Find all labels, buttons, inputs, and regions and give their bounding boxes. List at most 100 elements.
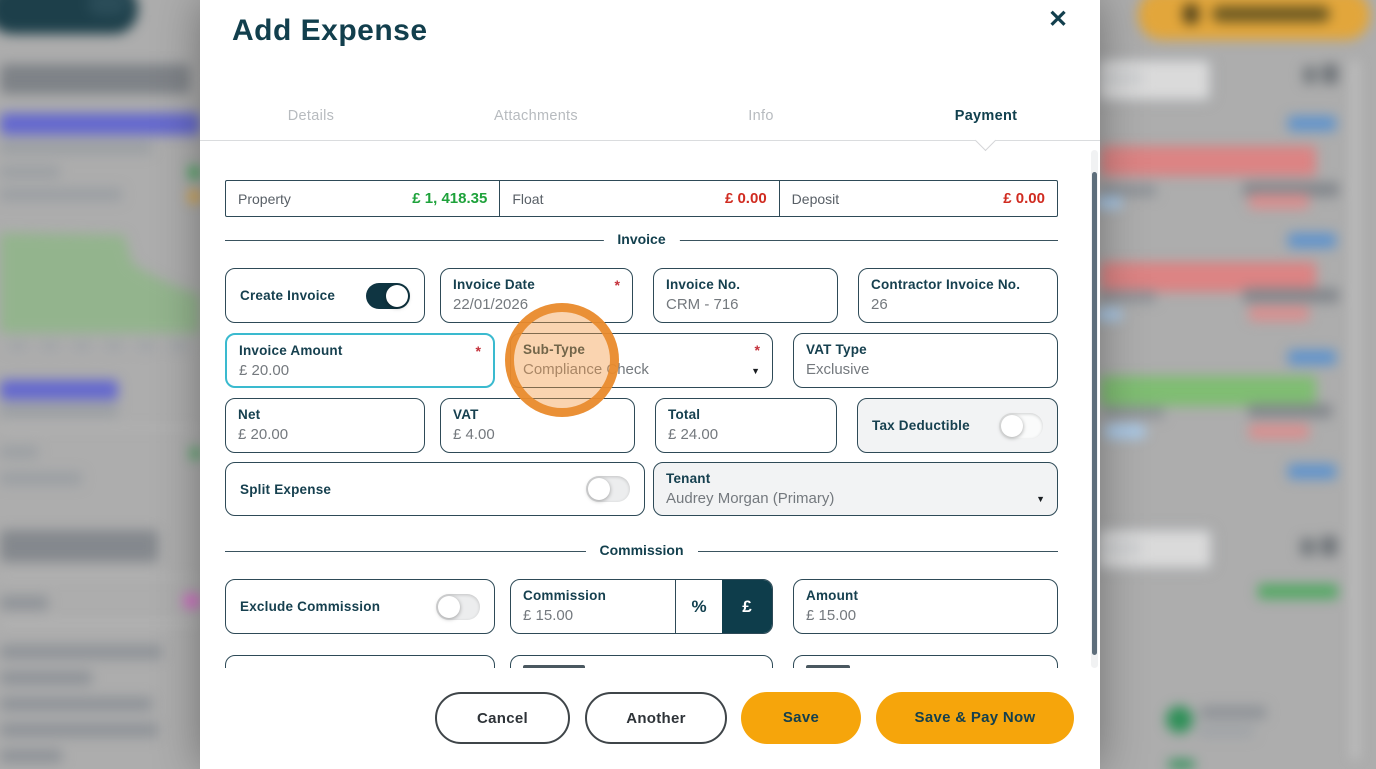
deposit-label: Deposit	[791, 190, 840, 207]
bg-blob	[1288, 350, 1336, 365]
invoice-amount-field[interactable]: Invoice Amount * £ 20.00	[225, 333, 495, 388]
modal-scrollbar-thumb[interactable]	[1092, 172, 1097, 655]
split-expense-toggle[interactable]	[586, 476, 630, 502]
bg-blob	[0, 166, 60, 178]
summary-deposit: Deposit £ 0.00	[780, 181, 1057, 216]
vat-type-label: VAT Type	[806, 342, 867, 357]
invoice-section-divider: Invoice	[225, 231, 1058, 247]
property-label: Property	[238, 190, 291, 207]
modal-footer: Cancel Another Save Save & Pay Now	[200, 668, 1100, 769]
bg-blob	[1249, 424, 1309, 439]
toggle-knob	[588, 478, 610, 500]
bg-blob	[0, 596, 48, 610]
net-field[interactable]: Net £ 20.00	[225, 398, 425, 453]
net-value: £ 20.00	[238, 426, 289, 443]
bg-blob	[1288, 464, 1336, 479]
bg-blob	[136, 342, 156, 350]
bg-blob	[1212, 6, 1330, 22]
tabs-divider	[200, 140, 1100, 141]
create-invoice-toggle[interactable]	[366, 282, 410, 309]
bg-blob	[0, 64, 190, 94]
bg-blob	[0, 472, 82, 485]
invoice-amount-value: £ 20.00	[239, 362, 290, 379]
balances-summary-bar: Property £ 1, 418.35 Float £ 0.00 Deposi…	[225, 180, 1058, 217]
invoice-date-field[interactable]: Invoice Date * 22/01/2026	[440, 268, 633, 323]
invoice-no-field[interactable]: Invoice No. CRM - 716	[653, 268, 838, 323]
float-value: £ 0.00	[724, 190, 767, 207]
exclude-commission-label: Exclude Commission	[240, 599, 381, 614]
exclude-commission-field: Exclude Commission	[225, 579, 495, 634]
bg-blob	[1243, 288, 1339, 303]
total-value: £ 24.00	[668, 426, 719, 443]
toggle-knob	[386, 284, 408, 307]
vat-type-field[interactable]: VAT Type Exclusive	[793, 333, 1058, 388]
required-marker: *	[475, 343, 481, 359]
vat-field[interactable]: VAT £ 4.00	[440, 398, 635, 453]
commission-unit-percent-button[interactable]: %	[675, 580, 722, 633]
bg-input-outline	[1096, 58, 1212, 102]
save-and-pay-now-button[interactable]: Save & Pay Now	[876, 692, 1074, 744]
bg-blob	[1100, 290, 1156, 303]
bg-blob	[0, 723, 158, 737]
bg-blob	[1300, 538, 1316, 556]
invoice-date-label: Invoice Date	[453, 277, 535, 292]
commission-amount-field[interactable]: Amount £ 15.00	[793, 579, 1058, 634]
commission-amount-value: £ 15.00	[806, 607, 857, 624]
add-expense-modal: Add Expense ✕ Details Attachments Info P…	[200, 0, 1100, 769]
active-tab-notch	[974, 129, 997, 152]
tab-attachments[interactable]: Attachments	[466, 108, 606, 124]
bg-blob	[88, 0, 128, 16]
commission-label: Commission	[523, 588, 607, 603]
tab-info[interactable]: Info	[691, 108, 831, 124]
summary-property: Property £ 1, 418.35	[226, 181, 501, 216]
bg-blob	[0, 645, 162, 659]
create-invoice-label: Create Invoice	[240, 288, 336, 303]
commission-unit-pound-button[interactable]: £	[722, 580, 772, 633]
split-expense-label: Split Expense	[240, 481, 332, 497]
float-label: Float	[512, 190, 544, 207]
chevron-down-icon: ▼	[1036, 494, 1045, 504]
sub-type-field[interactable]: Sub-Type * Compliance Check ▼	[510, 333, 773, 388]
bg-blob	[1100, 146, 1316, 176]
close-icon[interactable]: ✕	[1042, 4, 1074, 36]
screen: { "modal": { "title": "Add Expense", "cl…	[0, 0, 1376, 769]
chevron-down-icon: ▼	[751, 366, 760, 376]
bg-blob	[1104, 406, 1164, 419]
bg-blob	[1352, 60, 1358, 760]
save-button[interactable]: Save	[741, 692, 861, 744]
split-expense-field: Split Expense	[225, 462, 645, 516]
invoice-no-label: Invoice No.	[666, 277, 741, 292]
cancel-button[interactable]: Cancel	[435, 692, 570, 744]
bg-blob	[1321, 536, 1337, 556]
contractor-invoice-no-field[interactable]: Contractor Invoice No. 26	[858, 268, 1058, 323]
total-field[interactable]: Total £ 24.00	[655, 398, 837, 453]
contractor-invoice-no-label: Contractor Invoice No.	[871, 277, 1021, 292]
bg-blob	[0, 141, 152, 154]
commission-input-area[interactable]: Commission £ 15.00	[511, 580, 675, 633]
bg-blob	[1198, 726, 1254, 737]
bg-blob	[8, 342, 28, 350]
bg-blob	[183, 594, 201, 608]
tax-deductible-field: Tax Deductible	[857, 398, 1058, 453]
bg-blob	[1249, 306, 1309, 321]
bg-blob	[0, 404, 118, 417]
commission-field[interactable]: Commission £ 15.00 % £	[510, 579, 773, 634]
bg-blob	[1100, 376, 1316, 406]
tenant-field[interactable]: Tenant Audrey Morgan (Primary) ▼	[653, 462, 1058, 516]
bg-area-chart	[0, 233, 200, 333]
bg-blob	[104, 342, 124, 350]
bg-blob	[1166, 706, 1193, 733]
bg-blob	[0, 671, 92, 685]
bg-input-outline	[1096, 528, 1213, 570]
another-button[interactable]: Another	[585, 692, 727, 744]
tab-payment[interactable]: Payment	[916, 108, 1056, 124]
tax-deductible-toggle[interactable]	[999, 412, 1043, 439]
bg-blob	[0, 622, 200, 624]
bg-blob	[1104, 424, 1146, 439]
exclude-commission-toggle[interactable]	[436, 593, 480, 620]
commission-section-label: Commission	[585, 542, 698, 558]
deposit-value: £ 0.00	[1003, 190, 1045, 207]
bg-blob	[1303, 66, 1317, 84]
tab-details[interactable]: Details	[241, 108, 381, 124]
invoice-amount-label: Invoice Amount	[239, 343, 343, 358]
